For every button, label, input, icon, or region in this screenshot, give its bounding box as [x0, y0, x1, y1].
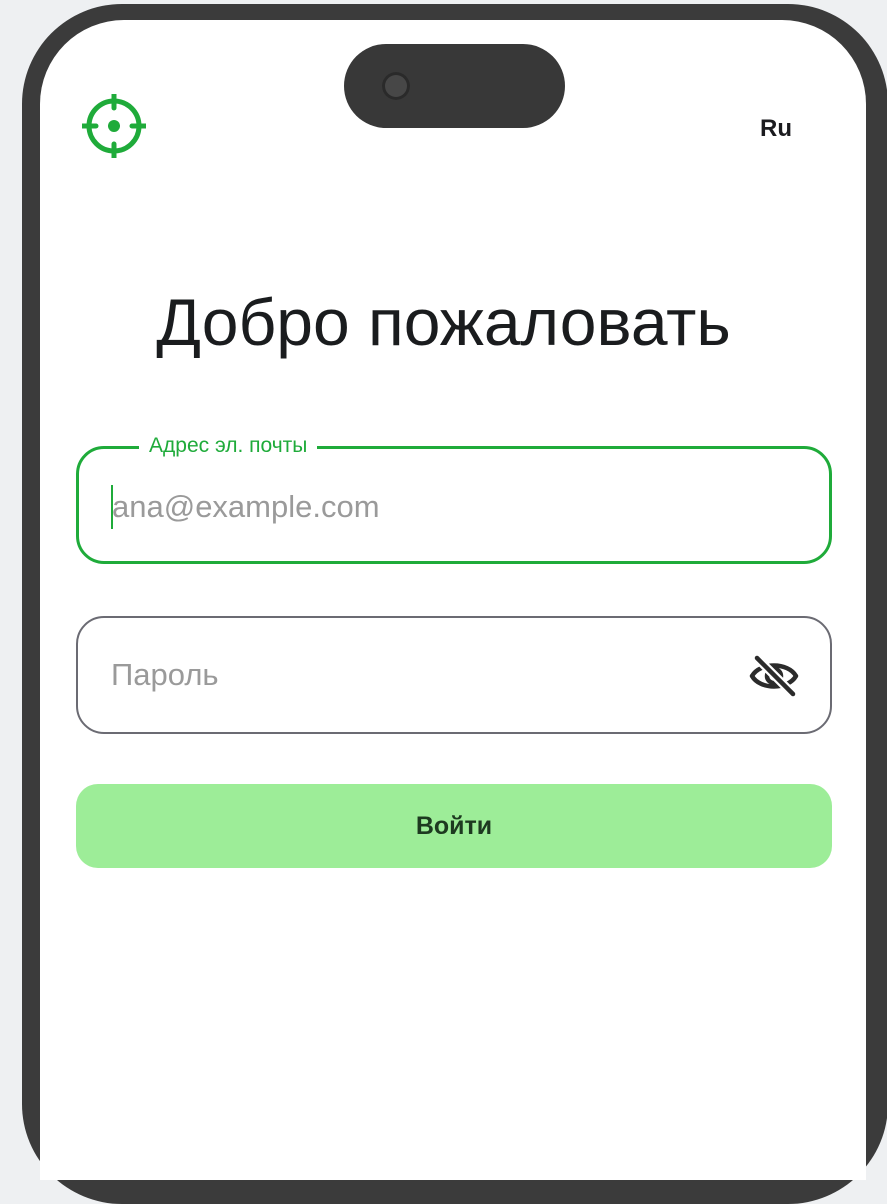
login-button[interactable]: Войти — [76, 784, 832, 868]
email-field[interactable]: Адрес эл. почты ana@example.com — [76, 431, 832, 564]
camera-icon — [382, 72, 410, 100]
password-placeholder: Пароль — [111, 657, 219, 692]
page-title: Добро пожаловать — [156, 285, 731, 359]
dynamic-island — [344, 44, 565, 128]
password-field[interactable]: Пароль — [76, 616, 832, 734]
screen — [40, 20, 866, 1180]
language-selector[interactable]: Ru — [760, 112, 820, 146]
eye-off-icon[interactable] — [748, 653, 800, 699]
crosshair-icon — [79, 91, 149, 161]
email-placeholder: ana@example.com — [112, 489, 380, 524]
email-field-label: Адрес эл. почты — [139, 431, 318, 461]
